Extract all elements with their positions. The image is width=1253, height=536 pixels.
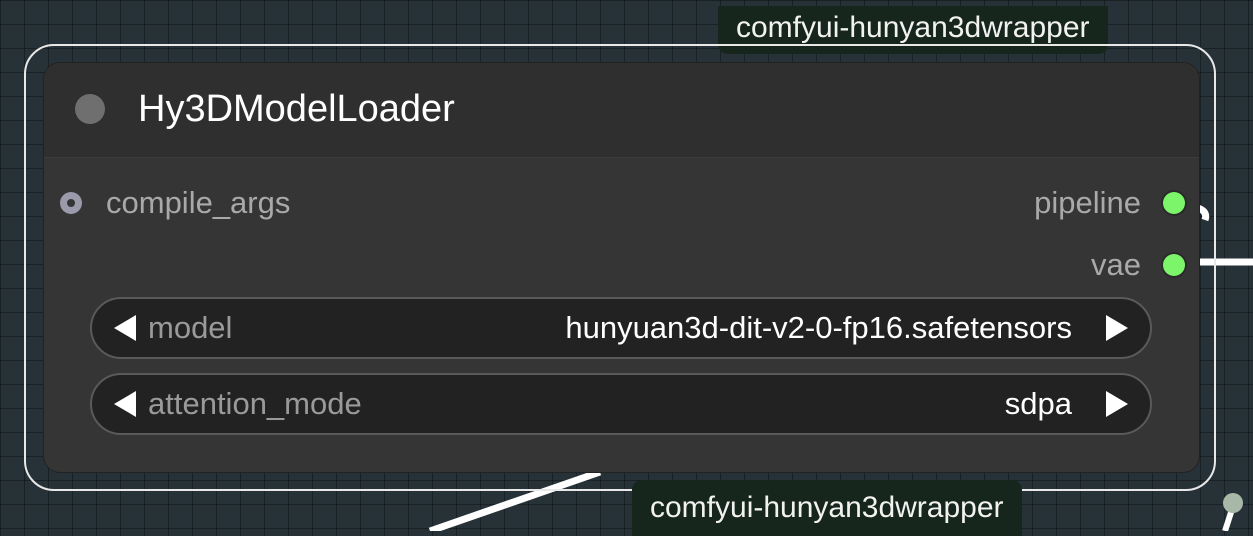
output-slot-pipeline[interactable]: pipeline: [1034, 183, 1185, 223]
input-slot-compile-args[interactable]: compile_args: [60, 183, 290, 223]
model-combo-widget[interactable]: model hunyuan3d-dit-v2-0-fp16.safetensor…: [90, 297, 1152, 359]
node-source-badge-bottom: comfyui-hunyan3dwrapper: [632, 480, 1022, 536]
widget-value: hunyuan3d-dit-v2-0-fp16.safetensors: [565, 310, 1072, 345]
widget-label: model: [148, 310, 233, 345]
link-dot: [1223, 493, 1243, 513]
input-slot-icon[interactable]: [60, 192, 82, 214]
input-slot-label: compile_args: [106, 185, 291, 220]
previous-arrow-icon[interactable]: [114, 391, 136, 417]
next-arrow-icon[interactable]: [1106, 391, 1128, 417]
output-slot-vae[interactable]: vae: [1091, 245, 1185, 285]
hy3d-model-loader-node[interactable]: Hy3DModelLoader compile_args pipeline va…: [44, 63, 1199, 472]
previous-arrow-icon[interactable]: [114, 315, 136, 341]
widget-label: attention_mode: [148, 386, 362, 421]
next-arrow-icon[interactable]: [1106, 315, 1128, 341]
node-header[interactable]: Hy3DModelLoader: [44, 63, 1199, 158]
collapse-dot-icon[interactable]: [75, 94, 105, 124]
output-connector-icon[interactable]: [1163, 192, 1185, 214]
attention-mode-combo-widget[interactable]: attention_mode sdpa: [90, 373, 1152, 435]
output-slot-label: vae: [1091, 247, 1141, 282]
output-connector-icon[interactable]: [1163, 254, 1185, 276]
output-slot-label: pipeline: [1034, 185, 1141, 220]
widget-value: sdpa: [1004, 386, 1072, 421]
node-title: Hy3DModelLoader: [138, 88, 455, 130]
